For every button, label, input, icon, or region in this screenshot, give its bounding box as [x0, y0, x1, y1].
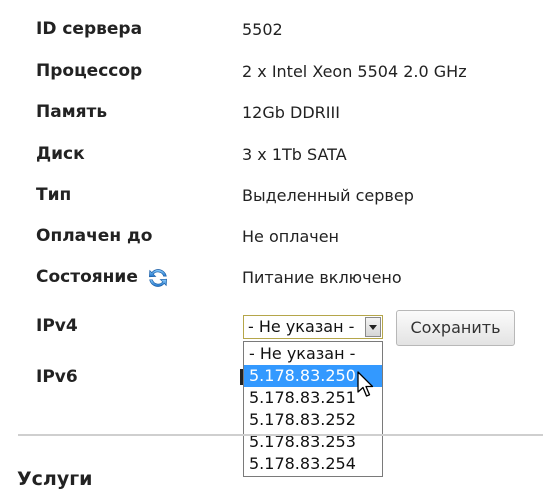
ipv4-select[interactable]: - Не указан -	[243, 315, 383, 339]
disk-value: 3 x 1Tb SATA	[242, 145, 347, 164]
dropdown-option[interactable]: 5.178.83.252	[244, 409, 382, 431]
memory-label: Память	[36, 102, 108, 122]
server-id-value: 5502	[242, 20, 283, 39]
memory-value: 12Gb DDRIII	[242, 103, 340, 122]
services-title: Услуги	[17, 468, 93, 490]
refresh-icon[interactable]	[147, 267, 169, 289]
section-divider	[18, 434, 543, 436]
disk-label: Диск	[36, 144, 85, 164]
paid-until-label: Оплачен до	[36, 226, 153, 246]
save-button[interactable]: Сохранить	[396, 310, 515, 346]
status-label: Состояние	[36, 267, 138, 287]
processor-label: Процессор	[36, 61, 143, 81]
dropdown-option[interactable]: 5.178.83.254	[244, 453, 382, 475]
ipv4-label: IPv4	[36, 316, 78, 336]
status-value: Питание включено	[242, 268, 402, 287]
type-label: Тип	[36, 185, 72, 205]
chevron-down-icon[interactable]	[365, 317, 381, 337]
ipv6-label: IPv6	[36, 367, 78, 387]
dropdown-option[interactable]: - Не указан -	[244, 343, 382, 365]
ipv4-dropdown-list[interactable]: - Не указан - 5.178.83.250 5.178.83.251 …	[243, 341, 383, 477]
type-value: Выделенный сервер	[242, 186, 414, 205]
ipv4-select-value: - Не указан -	[248, 317, 355, 336]
processor-value: 2 x Intel Xeon 5504 2.0 GHz	[242, 62, 467, 81]
paid-until-value: Не оплачен	[242, 227, 339, 246]
mouse-cursor-icon	[357, 371, 374, 397]
server-id-label: ID сервера	[36, 19, 143, 39]
